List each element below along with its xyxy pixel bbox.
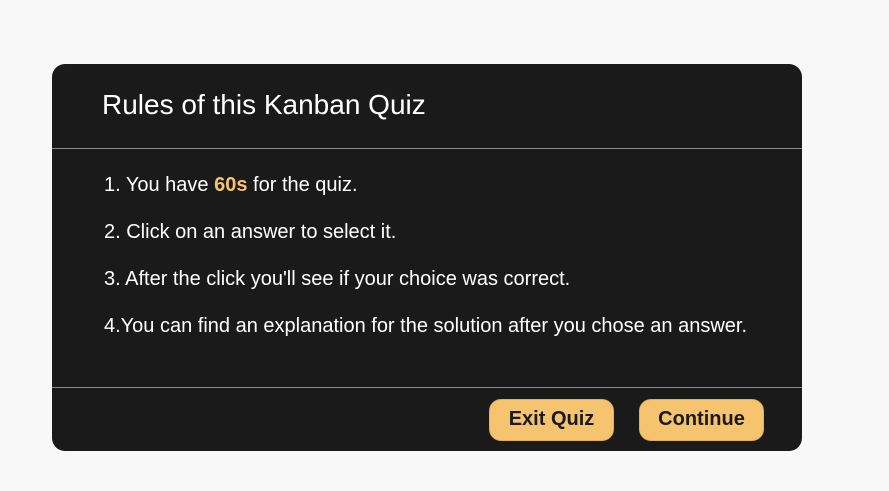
dialog-footer: Exit Quiz Continue [52, 388, 802, 451]
dialog-title: Rules of this Kanban Quiz [102, 89, 426, 120]
rule-1-prefix: 1. You have [104, 174, 215, 196]
exit-quiz-button[interactable]: Exit Quiz [489, 398, 614, 441]
continue-button[interactable]: Continue [639, 398, 764, 441]
rule-1-suffix: for the quiz. [247, 174, 358, 196]
rule-item-4: 4.You can find an explanation for the so… [104, 315, 748, 337]
rules-list: 1. You have 60s for the quiz. 2. Click o… [52, 149, 802, 388]
time-limit-value: 60s [214, 174, 248, 196]
rule-item-3: 3. After the click you'll see if your ch… [104, 268, 571, 290]
rule-item-2: 2. Click on an answer to select it. [104, 221, 397, 243]
quiz-rules-dialog: Rules of this Kanban Quiz 1. You have 60… [52, 64, 802, 451]
rule-item-1: 1. You have 60s for the quiz. [104, 169, 750, 202]
dialog-header: Rules of this Kanban Quiz [52, 64, 802, 149]
